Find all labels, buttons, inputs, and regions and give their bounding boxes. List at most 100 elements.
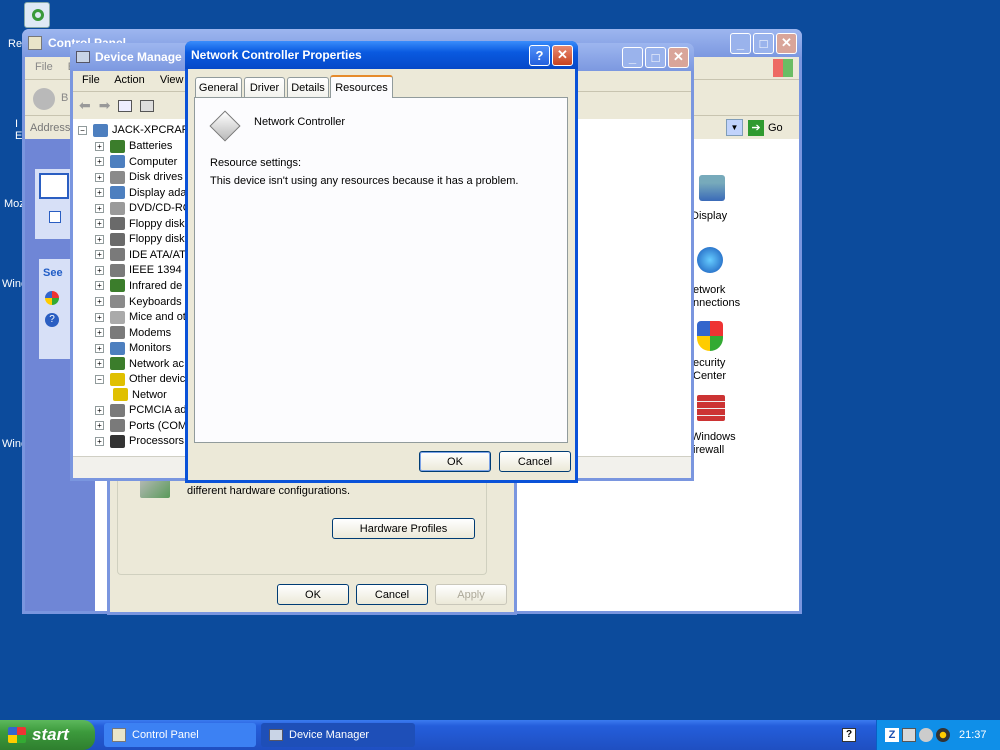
- tree-node[interactable]: + Floppy disk: [78, 231, 185, 247]
- security-center-label-1[interactable]: ecurity: [693, 357, 725, 369]
- menu-file[interactable]: File: [35, 61, 53, 73]
- expand-icon[interactable]: +: [95, 172, 104, 182]
- volume-icon[interactable]: [919, 728, 933, 742]
- properties-icon[interactable]: [140, 99, 155, 112]
- tree-node[interactable]: + Ports (COM: [78, 418, 187, 434]
- tree-node[interactable]: + Modems: [78, 325, 171, 341]
- show-hide-tree-icon[interactable]: [118, 99, 133, 112]
- ok-button[interactable]: OK: [419, 451, 491, 472]
- network-connections-icon[interactable]: [697, 247, 723, 273]
- windows-update-icon[interactable]: [45, 291, 59, 305]
- tab-general[interactable]: General: [195, 77, 242, 97]
- apply-button[interactable]: Apply: [435, 584, 507, 605]
- address-dropdown-button[interactable]: ▼: [726, 119, 743, 136]
- back-arrow-icon[interactable]: ⬅: [79, 97, 91, 114]
- collapse-icon[interactable]: −: [95, 374, 104, 384]
- network-tray-icon[interactable]: [902, 728, 916, 742]
- firewall-label-1[interactable]: Windows: [691, 431, 736, 443]
- tree-node[interactable]: + Batteries: [78, 138, 172, 154]
- processor-icon: [110, 434, 125, 448]
- tree-node[interactable]: + Computer: [78, 154, 177, 170]
- tree-node[interactable]: + Network ac: [78, 356, 184, 372]
- expand-icon[interactable]: +: [95, 203, 104, 213]
- ok-button[interactable]: OK: [277, 584, 349, 605]
- go-button[interactable]: ➔ Go: [748, 119, 788, 137]
- tab-details[interactable]: Details: [287, 77, 329, 97]
- display-icon[interactable]: [699, 175, 725, 201]
- network-controller-properties-dialog[interactable]: Network Controller Properties ? ✕ Genera…: [185, 41, 578, 483]
- battery-icon: [110, 139, 125, 153]
- tab-resources[interactable]: Resources: [330, 75, 393, 98]
- tree-node[interactable]: + Infrared de: [78, 278, 182, 294]
- network-connections-label-2[interactable]: nnections: [693, 297, 740, 309]
- menu-action[interactable]: Action: [114, 74, 145, 86]
- tab-driver[interactable]: Driver: [244, 77, 285, 97]
- collapse-icon[interactable]: −: [78, 125, 87, 135]
- hardware-profiles-button[interactable]: Hardware Profiles: [332, 518, 475, 539]
- expand-icon[interactable]: +: [95, 343, 104, 353]
- cancel-button[interactable]: Cancel: [499, 451, 571, 472]
- help-tray-icon[interactable]: ?: [842, 728, 856, 742]
- tree-node[interactable]: + Display ada: [78, 185, 186, 201]
- help-icon[interactable]: ?: [45, 313, 59, 327]
- tree-node[interactable]: + Processors: [78, 433, 184, 449]
- help-button[interactable]: ?: [529, 44, 550, 66]
- expand-icon[interactable]: +: [95, 157, 104, 167]
- tree-node[interactable]: + IDE ATA/AT: [78, 247, 186, 263]
- close-button[interactable]: ✕: [552, 44, 573, 66]
- maximize-button[interactable]: □: [753, 32, 774, 54]
- start-button[interactable]: start: [0, 720, 95, 750]
- expand-icon[interactable]: +: [95, 219, 104, 229]
- expand-icon[interactable]: +: [95, 297, 104, 306]
- firewall-icon[interactable]: [697, 395, 725, 421]
- wireless-icon[interactable]: [936, 728, 950, 742]
- expand-icon[interactable]: +: [95, 436, 104, 446]
- tree-node[interactable]: + Mice and ot: [78, 309, 186, 325]
- expand-icon[interactable]: +: [95, 405, 104, 415]
- tree-node[interactable]: + PCMCIA ad: [78, 402, 186, 418]
- expand-icon[interactable]: +: [95, 328, 104, 338]
- tree-child-node[interactable]: Networ: [78, 387, 167, 403]
- zonealarm-icon[interactable]: Z: [885, 728, 899, 742]
- expand-icon[interactable]: +: [95, 141, 104, 151]
- back-button[interactable]: [33, 88, 55, 110]
- tree-root[interactable]: − JACK-XPCRAPT: [78, 122, 196, 138]
- taskbar-button-control-panel[interactable]: Control Panel: [104, 723, 256, 747]
- expand-icon[interactable]: +: [95, 265, 104, 275]
- security-center-label-2[interactable]: Center: [693, 370, 726, 382]
- maximize-button[interactable]: □: [645, 46, 666, 68]
- expand-icon[interactable]: +: [95, 250, 104, 260]
- tree-node[interactable]: + Disk drives: [78, 169, 183, 185]
- tab-panel: Network Controller Resource settings: Th…: [194, 97, 568, 443]
- expand-icon[interactable]: +: [95, 281, 104, 291]
- close-button[interactable]: ✕: [776, 32, 797, 54]
- close-button[interactable]: ✕: [668, 46, 689, 68]
- expand-icon[interactable]: +: [95, 421, 104, 431]
- forward-arrow-icon[interactable]: ➡: [99, 97, 111, 114]
- cancel-button[interactable]: Cancel: [356, 584, 428, 605]
- switch-view-icon[interactable]: [49, 211, 61, 223]
- tree-node[interactable]: + Monitors: [78, 340, 171, 356]
- expand-icon[interactable]: +: [95, 312, 104, 322]
- ide-controller-icon: [110, 248, 125, 262]
- security-center-icon[interactable]: [697, 321, 723, 351]
- display-label[interactable]: Display: [691, 210, 727, 222]
- firewall-label-2[interactable]: irewall: [693, 444, 724, 456]
- network-connections-label-1[interactable]: etwork: [693, 284, 725, 296]
- tree-node[interactable]: + Floppy disk: [78, 216, 185, 232]
- taskbar-button-device-manager[interactable]: Device Manager: [261, 723, 415, 747]
- menu-file[interactable]: File: [82, 74, 100, 86]
- tree-node[interactable]: − Other devic: [78, 371, 185, 387]
- tree-node[interactable]: + IEEE 1394 I: [78, 262, 188, 278]
- expand-icon[interactable]: +: [95, 234, 104, 244]
- dialog-titlebar[interactable]: Network Controller Properties ? ✕: [185, 41, 578, 69]
- expand-icon[interactable]: +: [95, 188, 104, 198]
- menu-view[interactable]: View: [160, 74, 184, 86]
- minimize-button[interactable]: _: [622, 46, 643, 68]
- minimize-button[interactable]: _: [730, 32, 751, 54]
- tree-node[interactable]: + Keyboards: [78, 294, 182, 310]
- resource-message: This device isn't using any resources be…: [210, 175, 519, 187]
- recycle-bin-icon[interactable]: [24, 2, 50, 28]
- expand-icon[interactable]: +: [95, 359, 104, 369]
- tree-node[interactable]: + DVD/CD-RO: [78, 200, 191, 216]
